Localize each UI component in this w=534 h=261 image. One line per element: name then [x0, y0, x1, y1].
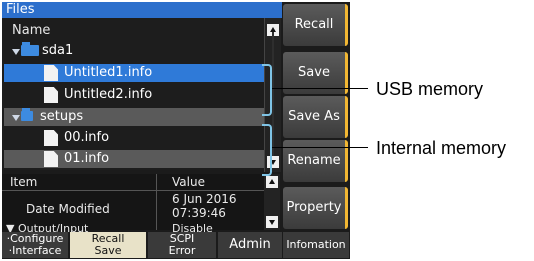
scroll-down-icon[interactable]: [266, 216, 278, 228]
tab-recall-save[interactable]: Recall Save: [70, 232, 146, 258]
usb-memory-callout: USB memory: [376, 79, 484, 99]
folder-icon: [21, 42, 39, 56]
col-item: Item: [10, 175, 38, 189]
file-icon: [44, 130, 58, 146]
files-title: Files: [6, 2, 35, 17]
tab-label-line2: Save: [94, 244, 122, 257]
tree-folder-sda1[interactable]: sda1: [4, 42, 264, 60]
tab-infomation[interactable]: Infomation: [283, 232, 349, 258]
tab-admin[interactable]: Admin: [218, 232, 282, 258]
property-header: Item Value: [2, 174, 264, 191]
save-as-button[interactable]: Save As: [283, 96, 348, 138]
date-modified-value: 6 Jun 2016 07:39:46: [172, 192, 237, 220]
usb-bracket: [262, 64, 272, 116]
scroll-track[interactable]: [272, 32, 274, 156]
tree-file-01[interactable]: 01.info: [4, 150, 264, 168]
expand-arrow-icon[interactable]: [12, 49, 20, 55]
tree-file-label: Untitled2.info: [64, 87, 153, 102]
date-modified-label: Date Modified: [26, 202, 110, 216]
file-icon: [44, 65, 58, 81]
tree-folder-setups[interactable]: setups: [4, 108, 264, 126]
list-header-name: Name: [12, 23, 51, 38]
tree-file-label: Untitled1.info: [64, 65, 153, 80]
usb-leader-line: [272, 88, 368, 89]
file-icon: [44, 87, 58, 103]
tab-configure-interface[interactable]: ·Configure ·Interface: [2, 232, 68, 258]
file-tree-panel: Name sda1 Untitled1.info Untitled2.info …: [2, 18, 264, 170]
internal-bracket: [262, 124, 272, 176]
tree-file-00[interactable]: 00.info: [4, 129, 264, 147]
property-button[interactable]: Property: [283, 187, 348, 229]
date-value-line1: 6 Jun 2016: [172, 192, 237, 206]
tab-label-line2: ·Interface: [8, 244, 62, 257]
file-icon: [44, 151, 58, 167]
files-title-bar: Files: [2, 2, 282, 18]
setup-folder-icon: [21, 108, 33, 121]
tab-scpi-error[interactable]: SCPI Error: [148, 232, 216, 258]
date-value-line2: 07:39:46: [172, 206, 226, 220]
expand-arrow-icon[interactable]: [12, 115, 20, 121]
internal-leader-line: [272, 147, 368, 148]
property-panel: Item Value Date Modified 6 Jun 2016 07:3…: [2, 174, 264, 235]
scroll-up-icon[interactable]: [266, 176, 278, 188]
col-value: Value: [172, 175, 205, 189]
tree-file-untitled1[interactable]: Untitled1.info: [4, 64, 264, 82]
column-divider: [156, 174, 157, 230]
tree-file-untitled2[interactable]: Untitled2.info: [4, 86, 264, 104]
property-scrollbar[interactable]: [264, 174, 280, 230]
tab-label-line2: Error: [168, 244, 196, 257]
recall-button[interactable]: Recall: [283, 4, 348, 46]
internal-memory-callout: Internal memory: [376, 138, 507, 158]
